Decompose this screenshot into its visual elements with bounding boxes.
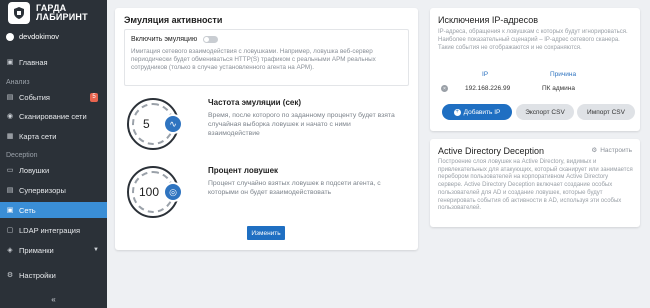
sidebar-item-label: Сканирование сети [19,111,87,121]
gear-icon: ⚙ [6,272,14,279]
plus-icon: + [453,108,461,116]
enable-emulation-toggle[interactable] [203,36,219,43]
column-header-reason: Причина [550,71,577,78]
sidebar-item-settings[interactable]: ⚙ Настройки [0,267,107,283]
pulse-icon: ∿ [163,114,183,134]
sidebar: ГАРДА ЛАБИРИНТ devdokimov ▣ Главная Анал… [0,0,107,308]
network-icon: ▣ [6,207,14,214]
remove-row-icon[interactable]: × [441,85,448,92]
frequency-value: 5 [143,117,150,131]
ip-exclusions-card: Исключения IP-адресов IP-адреса, обращен… [430,8,640,131]
events-icon: ▤ [6,94,14,101]
trap-ring-icon: ◎ [163,182,183,202]
sidebar-item-label: Сеть [19,205,36,215]
sidebar-item-label: Ловушки [19,165,50,175]
collapse-sidebar-button[interactable]: « [0,295,107,304]
sidebar-item-label: Приманки [19,245,54,255]
trap-icon: ▭ [6,167,14,174]
ip-exclusions-description: IP-адреса, обращения к ловушкам с которы… [438,29,628,51]
emulation-toggle-box: Включить эмуляцию Имитация сетевого взаи… [124,29,409,86]
row-ip: 192.168.226.99 [465,85,511,92]
sidebar-item-ldap[interactable]: ▢ LDAP интеграция [0,222,107,238]
sidebar-item-label: Настройки [19,270,56,280]
map-icon: ▦ [6,133,14,140]
events-count-badge: 5 [90,92,98,102]
ip-exclusions-title: Исключения IP-адресов [438,15,539,25]
logo-line-2: ЛАБИРИНТ [36,12,88,22]
change-button-label: Изменить [251,229,281,237]
emulation-title: Эмуляция активности [124,15,223,25]
row-reason: ПК админа [542,85,575,92]
shield-logo-icon [8,2,30,24]
scan-icon: ◉ [6,113,14,120]
user-avatar-icon [6,32,14,41]
lure-icon: ◈ [7,247,13,254]
section-deception: Deception [6,152,38,159]
sidebar-item-events[interactable]: ▤ События 5 [0,89,107,105]
sidebar-item-label: События [19,92,50,102]
import-csv-label: Импорт CSV [587,108,625,116]
section-analysis: Анализ [6,79,30,86]
logo-text: ГАРДА ЛАБИРИНТ [36,4,88,22]
logo[interactable]: ГАРДА ЛАБИРИНТ [0,0,107,26]
ad-settings-label: Настроить [600,146,632,154]
sidebar-item-label: LDAP интеграция [19,225,81,235]
sidebar-item-label: Карта сети [19,131,57,141]
percent-value: 100 [139,185,160,199]
sidebar-item-label: Главная [19,57,48,67]
sidebar-item-scanning[interactable]: ◉ Сканирование сети [0,108,107,124]
sidebar-item-supervisors[interactable]: ▤ Супервизоры [0,182,107,198]
emulation-card: Эмуляция активности Включить эмуляцию Им… [115,8,418,250]
ad-deception-title: Active Directory Deception [438,146,545,156]
import-csv-button[interactable]: Импорт CSV [577,104,635,120]
ldap-icon: ▢ [6,227,14,234]
sidebar-item-lures[interactable]: ◈ Приманки ▼ [0,242,107,258]
change-button[interactable]: Изменить [247,226,285,240]
sidebar-item-label: Супервизоры [19,185,66,195]
home-icon: ▣ [6,59,14,66]
export-csv-button[interactable]: Экспорт CSV [516,104,574,120]
frequency-description: Время, после которого по заданному проце… [208,112,395,137]
emulation-description: Имитация сетевого взаимодействия с ловуш… [131,48,376,72]
frequency-gauge[interactable]: 5 ∿ [127,98,183,150]
percent-gauge[interactable]: 100 ◎ [127,166,183,218]
export-csv-label: Экспорт CSV [525,108,565,116]
username: devdokimov [19,32,60,41]
gear-icon: ⚙ [591,147,598,154]
percent-description: Процент случайно взятых ловушек в подсет… [208,180,381,196]
enable-emulation-label: Включить эмуляцию [131,36,198,43]
add-ip-label: Добавить IP [463,108,501,116]
sidebar-item-network-map[interactable]: ▦ Карта сети [0,128,107,144]
frequency-title: Частота эмуляции (сек) [208,98,302,107]
sidebar-item-traps[interactable]: ▭ Ловушки [0,162,107,178]
add-ip-button[interactable]: + Добавить IP [442,104,512,120]
ad-deception-description: Построение слоя ловушек на Active Direct… [438,159,633,212]
ad-settings-button[interactable]: ⚙ Настроить [591,146,632,155]
user-menu[interactable]: devdokimov [6,32,59,41]
ad-deception-card: Active Directory Deception ⚙ Настроить П… [430,139,640,227]
sidebar-item-home[interactable]: ▣ Главная [0,54,107,70]
supervisor-icon: ▤ [6,187,14,194]
table-row: × 192.168.226.99 ПК админа [438,83,634,95]
chevron-down-icon: ▼ [93,247,99,253]
percent-title: Процент ловушек [208,166,279,175]
column-header-ip: IP [482,71,489,78]
sidebar-item-network[interactable]: ▣ Сеть [0,202,107,218]
